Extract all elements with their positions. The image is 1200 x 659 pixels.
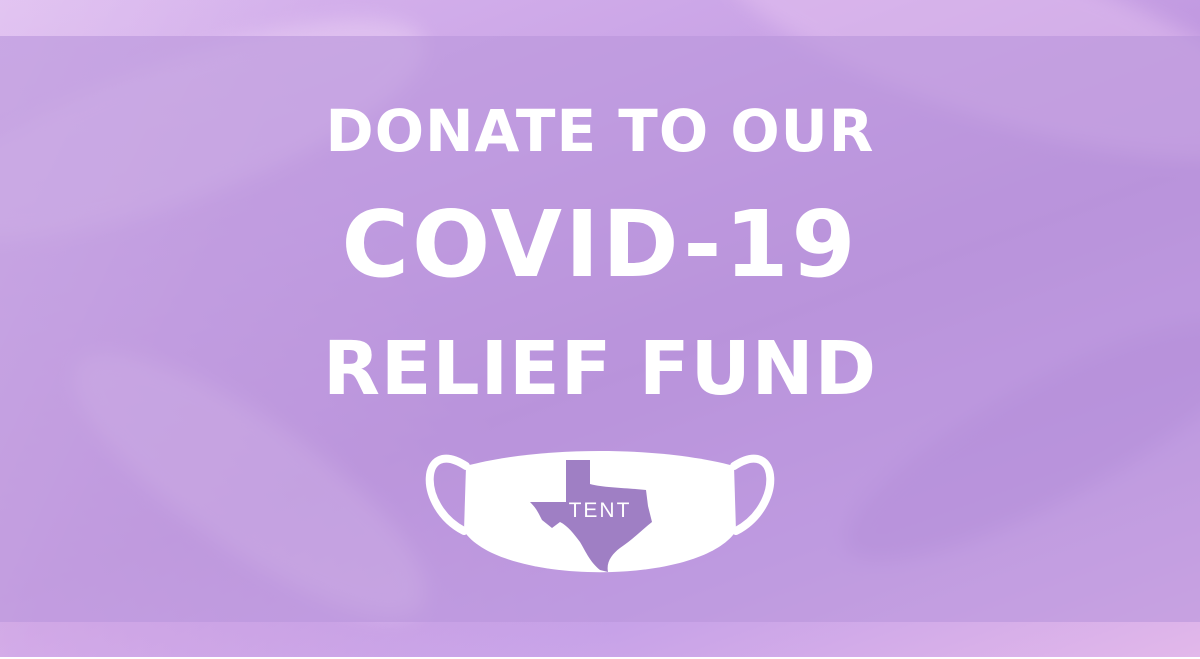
face-mask-texas-icon: TENT: [420, 436, 780, 586]
tent-logo-label: TENT: [568, 499, 632, 522]
headline-line-2: COVID-19: [341, 191, 859, 298]
headline-line-3: RELIEF FUND: [322, 326, 878, 412]
headline-line-1: DONATE TO OUR: [325, 97, 875, 165]
